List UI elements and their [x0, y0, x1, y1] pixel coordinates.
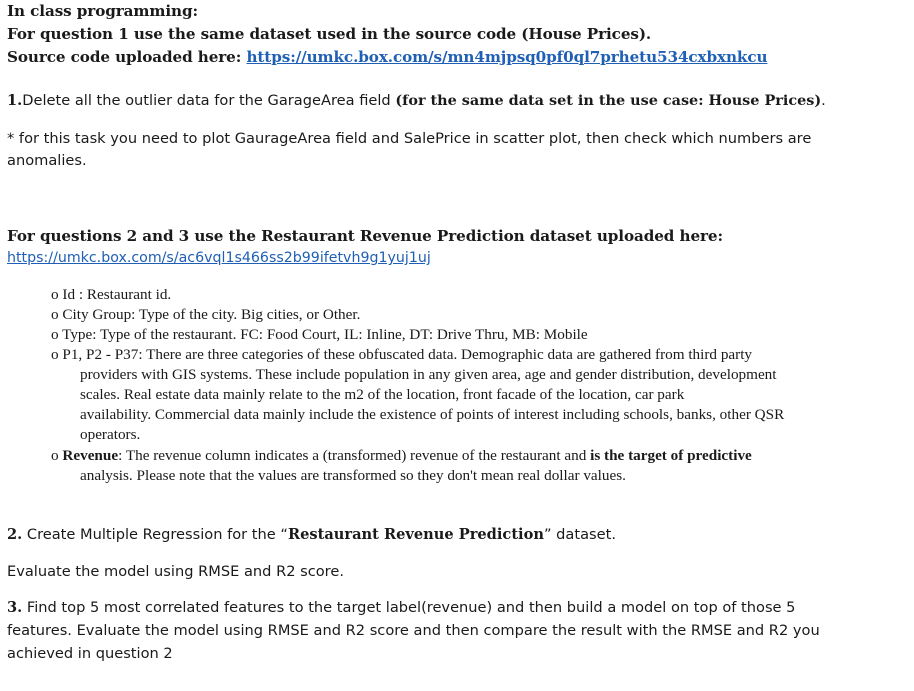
list-item: o Id : Restaurant id.	[51, 286, 171, 304]
question-3-line-2: features. Evaluate the model using RMSE …	[7, 622, 820, 639]
note-line-1: * for this task you need to plot Gaurage…	[7, 130, 812, 147]
question-3-number: 3.	[7, 599, 23, 616]
question-1: 1.Delete all the outlier data for the Ga…	[7, 92, 826, 109]
bullet-id: Id : Restaurant id.	[62, 286, 172, 303]
list-item: o Type: Type of the restaurant. FC: Food…	[51, 326, 588, 344]
restaurant-dataset-link[interactable]: https://umkc.box.com/s/ac6vql1s466ss2b99…	[7, 250, 431, 266]
bullet-p-line-4: availability. Commercial data mainly inc…	[80, 406, 785, 423]
question-3-text: Find top 5 most correlated features to t…	[22, 599, 796, 616]
header-question1-dataset: For question 1 use the same dataset used…	[7, 25, 652, 43]
bullet-marker: o	[51, 306, 59, 323]
bullet-marker: o	[51, 447, 59, 464]
question-2-end: ” dataset.	[543, 526, 616, 543]
bullet-marker: o	[51, 326, 59, 343]
bullet-revenue-bold: is the target of predictive	[590, 447, 752, 464]
question-2: 2. Create Multiple Regression for the “R…	[7, 526, 616, 543]
bullet-marker: o	[51, 286, 59, 303]
source-label: Source code uploaded here:	[7, 48, 247, 66]
bullet-p-line-1: P1, P2 - P37: There are three categories…	[62, 346, 753, 363]
bullet-revenue-text: : The revenue column indicates a (transf…	[118, 447, 591, 464]
bullet-marker: o	[51, 346, 59, 363]
bullet-revenue-label: Revenue	[62, 447, 119, 464]
question-1-bold: (for the same data set in the use case: …	[395, 92, 822, 109]
questions-2-3-header: For questions 2 and 3 use the Restaurant…	[7, 227, 723, 245]
list-item: o City Group: Type of the city. Big citi…	[51, 306, 360, 324]
list-item: o Revenue: The revenue column indicates …	[51, 447, 752, 465]
bullet-p-line-5: operators.	[80, 426, 141, 443]
question-2-evaluate: Evaluate the model using RMSE and R2 sco…	[7, 563, 344, 580]
question-3-line-3: achieved in question 2	[7, 645, 173, 662]
question-1-end: .	[821, 92, 826, 109]
question-1-number: 1.	[7, 92, 23, 109]
bullet-revenue-line-2: analysis. Please note that the values ar…	[80, 467, 626, 484]
bullet-city-group: City Group: Type of the city. Big cities…	[62, 306, 361, 323]
question-2-text: Create Multiple Regression for the “	[22, 526, 288, 543]
question-1-text: Delete all the outlier data for the Gara…	[22, 92, 396, 109]
bullet-p-line-2: providers with GIS systems. These includ…	[80, 366, 777, 383]
note-line-2: anomalies.	[7, 152, 87, 169]
header-title: In class programming:	[7, 2, 198, 20]
list-item: o P1, P2 - P37: There are three categori…	[51, 346, 752, 364]
question-3-line-1: 3. Find top 5 most correlated features t…	[7, 599, 795, 616]
header-source-line: Source code uploaded here: https://umkc.…	[7, 48, 768, 66]
bullet-type: Type: Type of the restaurant. FC: Food C…	[62, 326, 588, 343]
bullet-p-line-3: scales. Real estate data mainly relate t…	[80, 386, 685, 403]
question-2-bold: Restaurant Revenue Prediction	[287, 526, 544, 543]
source-code-link[interactable]: https://umkc.box.com/s/mn4mjpsq0pf0ql7pr…	[246, 48, 767, 66]
question-2-number: 2.	[7, 526, 23, 543]
